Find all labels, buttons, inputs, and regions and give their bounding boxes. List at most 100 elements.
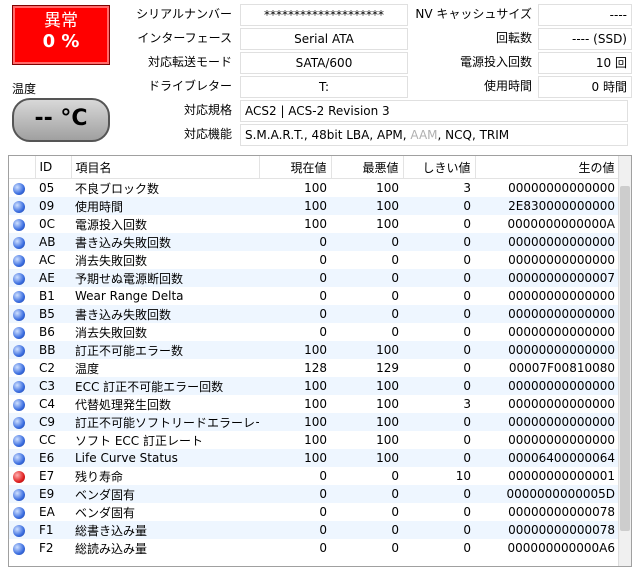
cell-name: 残り寿命 (75, 469, 124, 484)
cell-current: 100 (259, 449, 331, 467)
table-row[interactable]: EA ベンダ固有 0 0 0 00000000000078 (9, 503, 619, 521)
table-row[interactable]: 05 不良ブロック数 100 100 3 00000000000000 (9, 179, 619, 198)
cell-status (9, 539, 35, 557)
cell-status (9, 485, 35, 503)
cell-raw: 000000000000A6 (507, 541, 615, 555)
cell-name: 消去失敗回数 (75, 325, 148, 340)
cell-current: 100 (259, 377, 331, 395)
header-id[interactable]: ID (35, 156, 72, 179)
cell-id: B6 (39, 325, 55, 339)
cell-current: 0 (319, 325, 327, 339)
header-current[interactable]: 現在値 (259, 156, 332, 179)
table-row[interactable]: B1 Wear Range Delta 0 0 0 00000000000000 (9, 287, 619, 305)
table-row[interactable]: BB 訂正不可能エラー数 100 100 0 00000000000000 (9, 341, 619, 359)
table-row[interactable]: AB 書き込み失敗回数 0 0 0 00000000000000 (9, 233, 619, 251)
status-good-icon (13, 380, 25, 393)
header-status[interactable] (9, 156, 36, 179)
cell-id: E6 (35, 449, 71, 467)
cell-raw: 00000000000000 (508, 325, 615, 339)
cell-current: 100 (259, 341, 331, 359)
cell-threshold: 0 (403, 485, 475, 503)
cell-threshold: 10 (455, 469, 471, 483)
header-name[interactable]: 項目名 (71, 156, 260, 179)
cell-id: 09 (35, 197, 71, 215)
table-row[interactable]: B5 書き込み失敗回数 0 0 0 00000000000000 (9, 305, 619, 323)
power-on-hours-value: 0 時間 (538, 76, 632, 98)
table-row[interactable]: E6 Life Curve Status 100 100 0 00006400000064 (9, 449, 619, 467)
cell-threshold: 3 (463, 181, 471, 195)
cell-threshold: 0 (403, 233, 475, 251)
cell-raw: 00000000000078 (508, 505, 615, 519)
table-row[interactable]: C4 代替処理発生回数 100 100 3 00000000000000 (9, 395, 619, 413)
cell-name: ECC 訂正不可能エラー回数 (71, 377, 259, 395)
table-row[interactable]: C3 ECC 訂正不可能エラー回数 100 100 0 00000000000000 (9, 377, 619, 395)
status-good-icon (13, 308, 25, 321)
header-threshold[interactable]: しきい値 (403, 156, 476, 179)
cell-worst: 100 (331, 341, 403, 359)
status-good-icon (13, 218, 25, 231)
cell-status (9, 305, 35, 323)
table-row[interactable]: F2 総読み込み量 0 0 0 000000000000A6 (9, 539, 619, 557)
cell-status (9, 359, 35, 377)
cell-threshold: 0 (463, 253, 471, 267)
cell-status (9, 377, 35, 395)
cell-raw: 00000000000000 (508, 253, 615, 267)
cell-current: 100 (304, 217, 327, 231)
status-good-icon (13, 362, 25, 375)
cell-status (9, 431, 35, 449)
cell-worst: 0 (331, 269, 403, 287)
cell-current: 100 (259, 413, 331, 431)
cell-id: CC (39, 433, 56, 447)
cell-status (9, 287, 35, 305)
table-row[interactable]: B6 消去失敗回数 0 0 0 00000000000000 (9, 323, 619, 341)
cell-worst: 129 (376, 361, 399, 375)
table-row[interactable]: AE 予期せぬ電源断回数 0 0 0 00000000000007 (9, 269, 619, 287)
header-raw[interactable]: 生の値 (475, 156, 620, 179)
cell-id: B5 (35, 305, 71, 323)
cell-id: F2 (39, 541, 54, 555)
status-good-icon (13, 254, 25, 267)
status-good-icon (13, 344, 25, 357)
table-row[interactable]: 09 使用時間 100 100 0 2E830000000000 (9, 197, 619, 215)
cell-threshold: 0 (403, 269, 475, 287)
cell-worst: 0 (331, 233, 403, 251)
temperature-box[interactable]: -- °C (12, 98, 110, 142)
table-row[interactable]: E9 ベンダ固有 0 0 0 0000000000005D (9, 485, 619, 503)
table-row[interactable]: CC ソフト ECC 訂正レート 100 100 0 00000000000000 (9, 431, 619, 449)
standard-label: 対応規格 (183, 103, 232, 117)
smart-table-container[interactable]: ID 項目名 現在値 最悪値 しきい値 生の値 05 不良ブロック数 100 100 3… (8, 155, 632, 567)
scrollbar-thumb[interactable] (620, 186, 630, 531)
cell-id: E9 (35, 485, 71, 503)
cell-threshold: 0 (463, 217, 471, 231)
features-aam: AAM (410, 128, 438, 142)
table-row[interactable]: AC 消去失敗回数 0 0 0 00000000000000 (9, 251, 619, 269)
cell-raw: 00000000000007 (475, 269, 619, 287)
cell-name: 書き込み失敗回数 (71, 233, 259, 251)
cell-id: E7 (39, 469, 55, 483)
table-row[interactable]: C2 温度 128 129 0 00007F00810080 (9, 359, 619, 377)
vertical-scrollbar[interactable] (618, 156, 631, 566)
cell-id: C2 (39, 361, 56, 375)
cell-threshold: 0 (403, 377, 475, 395)
drive-letter-label: ドライブレター (147, 79, 232, 93)
cell-worst: 100 (376, 433, 399, 447)
cell-worst: 100 (331, 377, 403, 395)
table-row[interactable]: C9 訂正不可能ソフトリードエラーレート 100 100 0 00000000000000 (9, 413, 619, 431)
status-good-icon (13, 272, 25, 285)
status-good-icon (13, 182, 25, 195)
cell-name: 訂正不可能エラー数 (71, 341, 259, 359)
cell-id: B1 (39, 289, 55, 303)
status-bad-icon (13, 470, 25, 483)
table-row[interactable]: 0C 電源投入回数 100 100 0 0000000000000A (9, 215, 619, 233)
header-worst[interactable]: 最悪値 (331, 156, 404, 179)
transfer-mode-value: SATA/600 (240, 52, 408, 74)
cell-current: 0 (319, 505, 327, 519)
cell-name: 総書き込み量 (71, 521, 259, 539)
table-row[interactable]: E7 残り寿命 0 0 10 00000000000001 (9, 467, 619, 485)
cell-name: ベンダ固有 (75, 505, 136, 520)
table-row[interactable]: F1 総書き込み量 0 0 0 00000000000078 (9, 521, 619, 539)
health-status-box[interactable]: 異常 0 % (12, 5, 110, 65)
cell-current: 100 (304, 397, 327, 411)
cell-threshold: 3 (463, 397, 471, 411)
status-good-icon (13, 236, 25, 249)
